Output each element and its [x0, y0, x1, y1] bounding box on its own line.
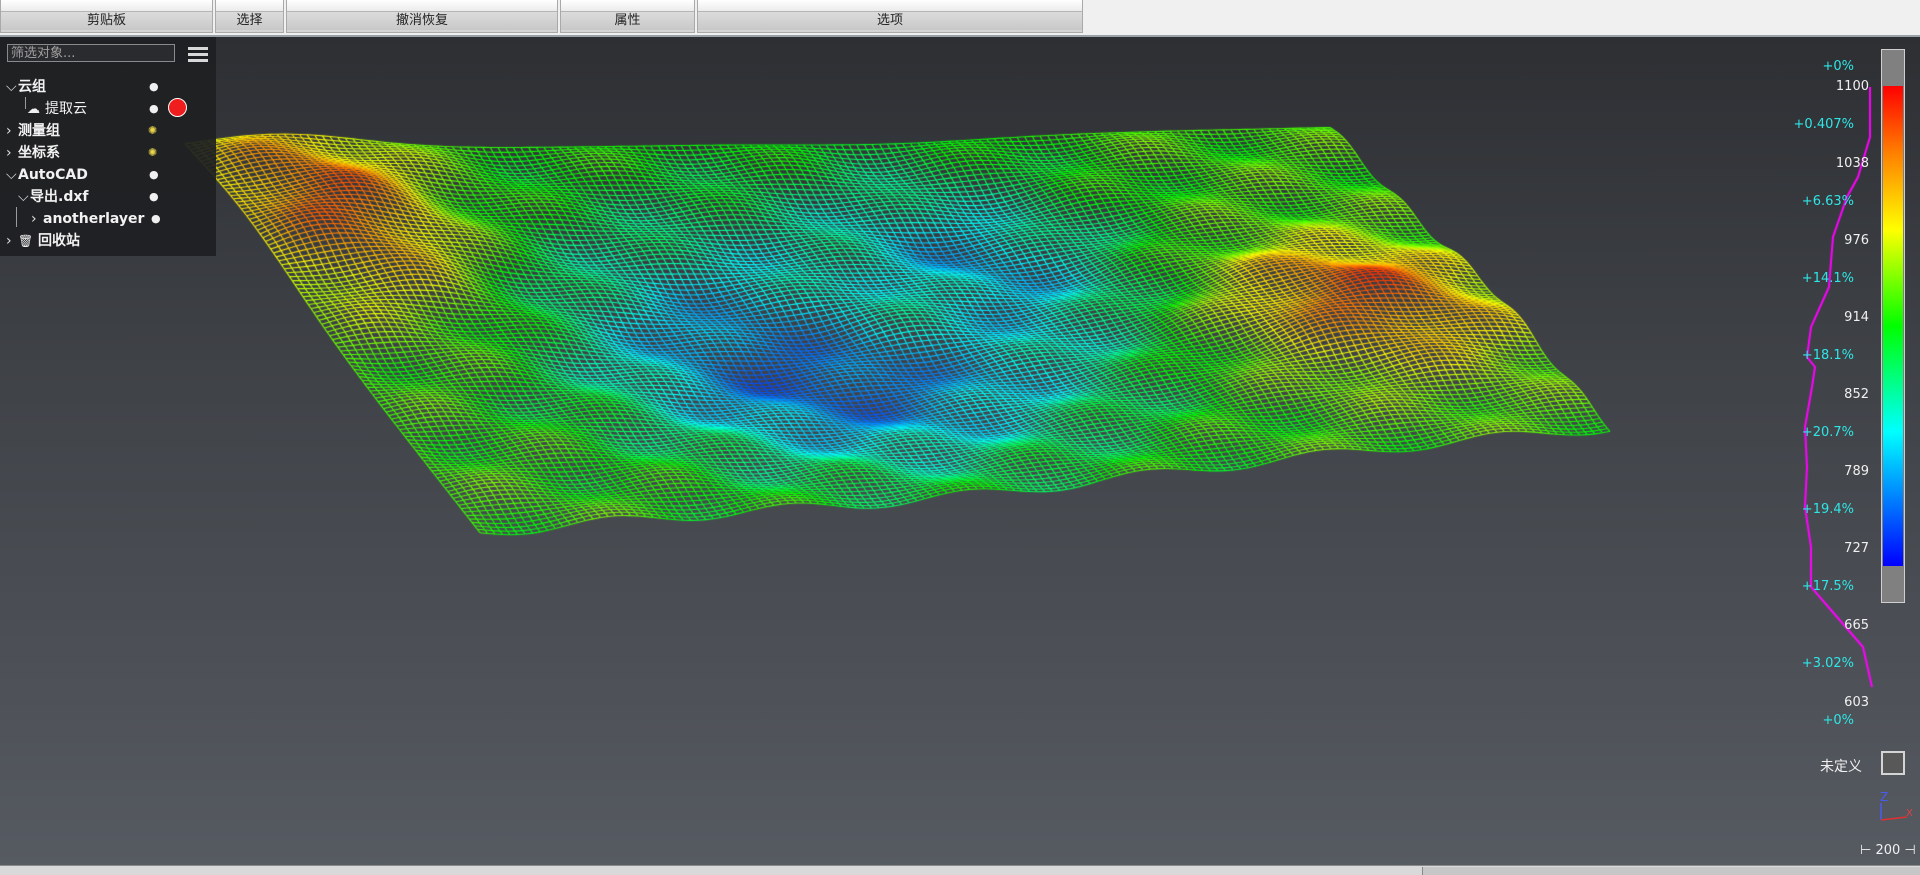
chevron-right-icon[interactable]: ›: [31, 209, 43, 229]
ribbon-group-options[interactable]: 选项: [697, 0, 1083, 33]
scale-tick-label: 665: [1844, 618, 1869, 633]
tree-item-autocad[interactable]: ⌵AutoCAD: [6, 165, 88, 185]
scale-percent-label: +14.1%: [1801, 271, 1854, 286]
undefined-color-swatch[interactable]: [1881, 751, 1905, 775]
cloud-color-swatch[interactable]: [168, 98, 187, 117]
tree-item-coordinate-system[interactable]: › 坐标系: [6, 143, 60, 163]
tree-item-recycle-bin[interactable]: › 🗑 回收站: [6, 231, 80, 251]
scale-percent-label: +6.63%: [1801, 194, 1854, 209]
ribbon: 剪贴板 选择 撤消恢复 属性 选项: [0, 0, 1920, 37]
visibility-bulb-icon[interactable]: ●: [151, 213, 161, 225]
ribbon-group-label: 选项: [698, 11, 1082, 30]
ribbon-group-label: 撤消恢复: [287, 11, 557, 30]
tree-item-label: anotherlayer: [43, 211, 145, 227]
scale-percent-label: +0%: [1822, 713, 1854, 728]
tree-item-export-dxf[interactable]: ⌵导出.dxf: [18, 187, 88, 207]
scale-tick-label: 914: [1844, 310, 1869, 325]
tree-menu-button[interactable]: [187, 44, 209, 64]
filter-objects-input[interactable]: [7, 44, 175, 62]
scale-percent-label: +0.407%: [1793, 117, 1854, 132]
scale-percent-label: +0%: [1822, 59, 1854, 74]
tree-item-label: 坐标系: [18, 145, 60, 161]
visibility-bulb-icon[interactable]: ●: [149, 191, 159, 203]
tree-connector: [25, 97, 26, 109]
scale-tick-label: 976: [1844, 233, 1869, 248]
visibility-bulb-on-icon[interactable]: ✺: [148, 147, 157, 159]
chevron-down-icon[interactable]: ⌵: [6, 165, 18, 185]
tree-connector: [16, 207, 17, 227]
3d-viewport[interactable]: ⌵云组 ● ☁提取云 ● ›测量组 ✺ ›坐标系 ✺ ⌵AutoCAD ● ⌵导…: [0, 37, 1920, 865]
visibility-bulb-icon[interactable]: ●: [149, 103, 159, 115]
undefined-label: 未定义: [1820, 759, 1862, 775]
scale-tick-label: 1038: [1835, 156, 1869, 171]
tree-item-label: AutoCAD: [18, 167, 88, 183]
scale-percent-label: +19.4%: [1801, 502, 1854, 517]
tree-item-label: 导出.dxf: [30, 189, 89, 205]
tree-item-label: 提取云: [45, 101, 87, 117]
chevron-right-icon[interactable]: ›: [6, 121, 18, 141]
chevron-right-icon[interactable]: ›: [6, 143, 18, 163]
visibility-bulb-icon[interactable]: ●: [149, 81, 159, 93]
scale-tick-label: 789: [1844, 464, 1869, 479]
ribbon-group-label: 选择: [216, 11, 283, 30]
chevron-down-icon[interactable]: ⌵: [18, 187, 30, 207]
scale-tick-label: 603: [1844, 695, 1869, 710]
axis-gizmo-icon: [1880, 803, 1908, 821]
chevron-down-icon[interactable]: ⌵: [6, 77, 18, 97]
ribbon-group-label: 剪贴板: [1, 11, 212, 30]
tree-item-label: 测量组: [18, 123, 60, 139]
tree-item-cloud-group[interactable]: ⌵云组: [6, 77, 46, 97]
ribbon-group-clipboard[interactable]: 剪贴板: [0, 0, 213, 33]
scale-tick-label: 852: [1844, 387, 1869, 402]
tree-item-label: 回收站: [38, 233, 80, 249]
axis-x-label: X: [1906, 808, 1913, 819]
scale-percent-label: +18.1%: [1801, 348, 1854, 363]
ribbon-group-select[interactable]: 选择: [215, 0, 284, 33]
cloud-icon: ☁: [27, 102, 40, 117]
visibility-bulb-icon[interactable]: ●: [149, 169, 159, 181]
axis-z-label: Z: [1880, 790, 1889, 804]
scale-percent-label: +17.5%: [1801, 579, 1854, 594]
point-cloud-terrain[interactable]: [0, 37, 1920, 865]
scale-percent-label: +3.02%: [1801, 656, 1854, 671]
scale-tick-label: 1100: [1835, 79, 1869, 94]
tree-item-anotherlayer[interactable]: › anotherlayer: [31, 209, 144, 229]
scale-percent-label: +20.7%: [1801, 425, 1854, 440]
object-tree-panel: ⌵云组 ● ☁提取云 ● ›测量组 ✺ ›坐标系 ✺ ⌵AutoCAD ● ⌵导…: [0, 37, 216, 256]
ribbon-group-label: 属性: [561, 11, 694, 30]
ribbon-group-properties[interactable]: 属性: [560, 0, 695, 33]
tree-item-label: 云组: [18, 79, 46, 95]
tree-item-measure-group[interactable]: › 测量组: [6, 121, 60, 141]
tree-item-extracted-cloud[interactable]: ☁ 提取云: [27, 99, 87, 119]
visibility-bulb-on-icon[interactable]: ✺: [148, 125, 157, 137]
scale-length-label: ⊢ 200 ⊣: [1860, 843, 1916, 858]
scale-tick-label: 727: [1844, 541, 1869, 556]
ribbon-group-undo-redo[interactable]: 撤消恢复: [286, 0, 558, 33]
trash-icon: 🗑: [18, 234, 34, 248]
chevron-right-icon[interactable]: ›: [6, 231, 18, 251]
color-scale-gradient: [1883, 86, 1903, 566]
